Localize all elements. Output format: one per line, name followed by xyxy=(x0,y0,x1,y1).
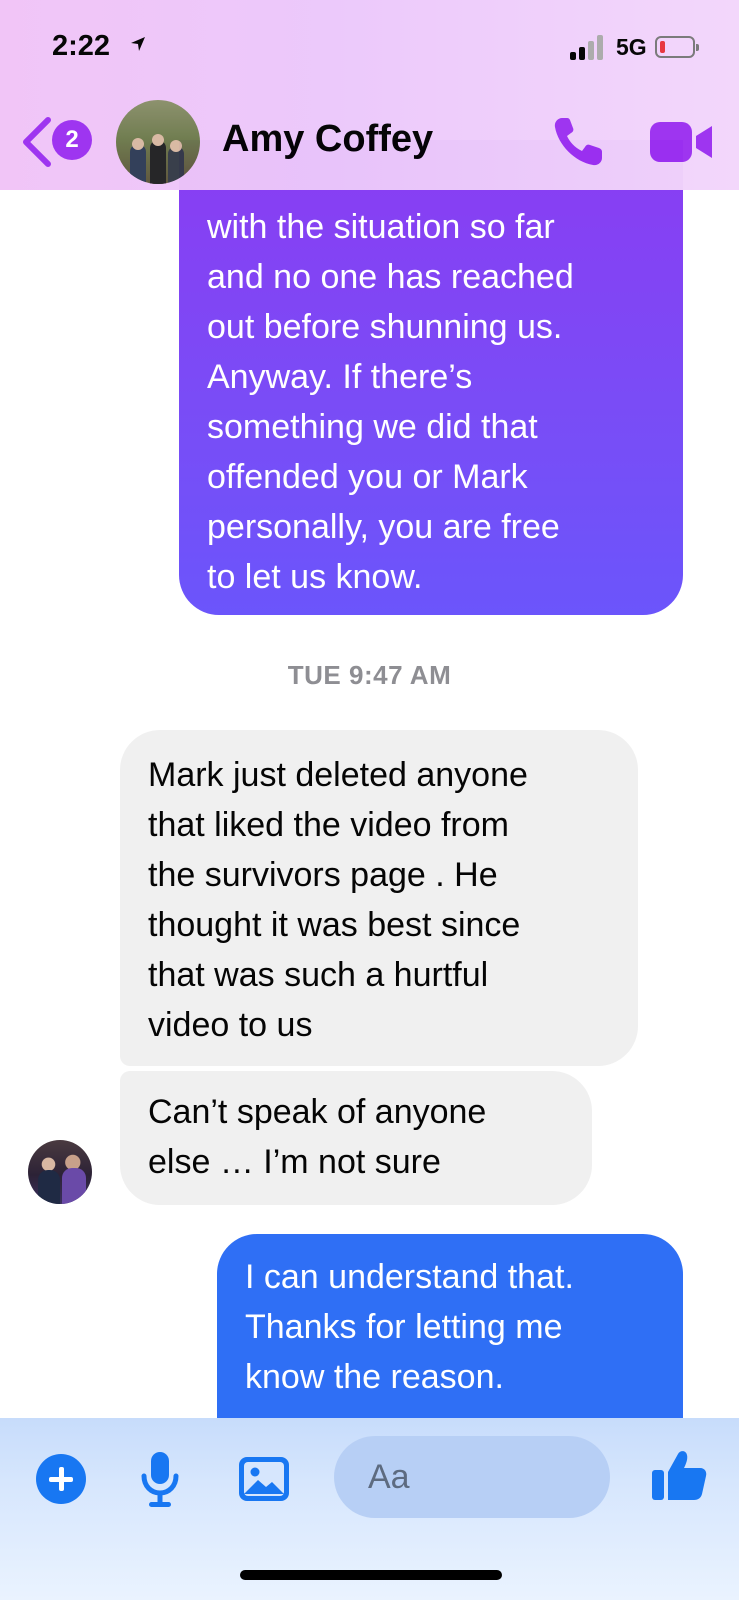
sender-avatar[interactable] xyxy=(28,1140,92,1204)
phone-icon[interactable] xyxy=(550,112,608,170)
status-time: 2:22 xyxy=(52,30,111,62)
message-timestamp: TUE 9:47 AM xyxy=(287,660,452,690)
thumbs-up-icon[interactable] xyxy=(650,1446,708,1504)
plus-icon[interactable] xyxy=(36,1454,86,1504)
outgoing-message-bubble[interactable]: with the situation so far and no one has… xyxy=(179,140,683,615)
contact-avatar[interactable] xyxy=(116,100,200,184)
conversation-header: 2:22 5G 2 Amy Coffey xyxy=(0,0,739,190)
message-input[interactable]: Aa xyxy=(334,1436,610,1518)
conversation-area[interactable]: with the situation so far and no one has… xyxy=(0,0,739,1600)
contact-name[interactable]: Amy Coffey xyxy=(222,118,433,161)
message-input-placeholder: Aa xyxy=(368,1458,410,1496)
home-indicator xyxy=(240,1570,502,1580)
photo-icon[interactable] xyxy=(238,1456,290,1502)
battery-icon xyxy=(655,36,699,58)
network-type: 5G xyxy=(616,34,647,60)
unread-count-badge[interactable]: 2 xyxy=(52,120,92,160)
signal-icon xyxy=(570,34,606,60)
video-camera-icon[interactable] xyxy=(650,120,714,164)
avatar-figure xyxy=(62,1168,86,1204)
incoming-message-bubble[interactable]: Can’t speak of anyone else … I’m not sur… xyxy=(120,1071,592,1205)
avatar-figure xyxy=(38,1170,60,1204)
incoming-message-bubble[interactable]: Mark just deleted anyone that liked the … xyxy=(120,730,638,1066)
navigation-arrow-icon xyxy=(131,37,145,51)
microphone-icon[interactable] xyxy=(140,1450,180,1510)
